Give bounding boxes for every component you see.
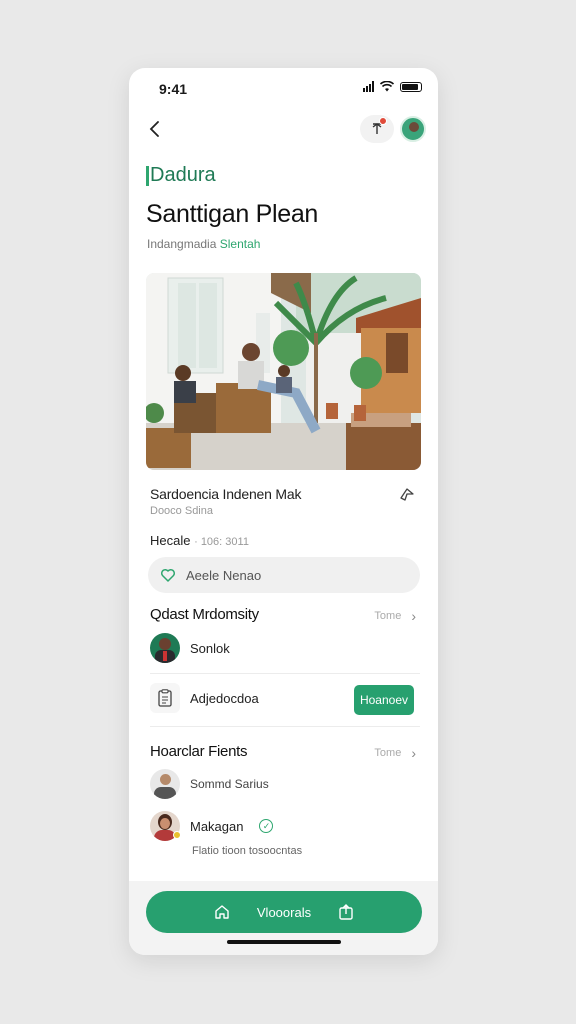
bottom-bar-label[interactable]: Vlooorals [257, 905, 311, 920]
wifi-icon [380, 81, 394, 92]
notification-badge [379, 117, 387, 125]
avatar [150, 811, 181, 841]
status-bar: 9:41 [129, 68, 438, 108]
section1-more-label: Tome [374, 610, 402, 622]
signal-icon [363, 81, 374, 92]
section1-title: Qdast Mrdomsity [150, 606, 259, 623]
export-icon[interactable] [337, 903, 355, 921]
divider [150, 673, 420, 674]
subtitle-prefix: Indangmadia [147, 237, 217, 251]
list-item-makagan[interactable]: Makagan ✓ [150, 811, 420, 841]
verified-icon: ✓ [259, 819, 274, 833]
document-icon [150, 683, 180, 713]
status-time: 9:41 [159, 81, 188, 97]
subtitle-accent[interactable]: Slentah [220, 237, 261, 251]
meta-value: · 106: 3011 [194, 536, 249, 548]
section1-more[interactable]: Tome › [374, 608, 416, 624]
heart-icon [160, 568, 176, 582]
phone-frame: 9:41 Dadura Santtigan Plean Indangmadia … [129, 68, 438, 955]
patio-scene-image [146, 273, 421, 470]
list-item-description: Flatio tioon tosoocntas [192, 845, 303, 857]
listing-subtitle: Dooco Sdina [150, 505, 213, 517]
brand-logo: Dadura [146, 164, 216, 187]
nav-actions [360, 115, 426, 143]
section2-title: Hoarclar Fients [150, 743, 248, 760]
battery-icon [400, 81, 422, 92]
share-icon[interactable] [398, 486, 416, 504]
section2-more-label: Tome [374, 747, 402, 759]
chevron-right-icon: › [411, 745, 416, 761]
back-icon[interactable] [143, 117, 167, 141]
list-item-name: Sommd Sarius [190, 777, 269, 791]
brand-name: Dadura [150, 164, 216, 186]
home-icon[interactable] [213, 903, 231, 921]
action-button[interactable]: Hoanoev [354, 685, 414, 715]
home-indicator [227, 940, 341, 944]
status-dot [173, 831, 181, 839]
meta-row: Hecale · 106: 3011 [150, 533, 249, 548]
bottom-action-bar[interactable]: Vlooorals [146, 891, 422, 933]
list-item-sonlok[interactable]: Sonlok [150, 633, 420, 663]
profile-avatar[interactable] [400, 116, 426, 142]
avatar [150, 633, 180, 663]
upload-button[interactable] [360, 115, 394, 143]
brand-mark [146, 165, 149, 186]
favorite-field[interactable]: Aeele Nenao [148, 557, 420, 593]
nav-bar [129, 113, 438, 145]
listing-title: Sardoencia Indenen Mak [150, 486, 302, 502]
list-item-name: Adjedocdoa [190, 690, 259, 706]
favorite-field-value: Aeele Nenao [186, 567, 262, 583]
chevron-right-icon: › [411, 608, 416, 624]
divider [150, 726, 420, 727]
list-item-sommd[interactable]: Sommd Sarius [150, 769, 420, 799]
list-item-name: Sonlok [190, 640, 230, 656]
list-item-name: Makagan [190, 818, 244, 834]
meta-label: Hecale [150, 533, 191, 548]
hero-photo [146, 273, 421, 470]
status-icons [363, 81, 422, 92]
page-subtitle: Indangmadia Slentah [147, 237, 260, 251]
avatar [150, 769, 180, 799]
page-title: Santtigan Plean [146, 200, 319, 228]
section2-more[interactable]: Tome › [374, 745, 416, 761]
